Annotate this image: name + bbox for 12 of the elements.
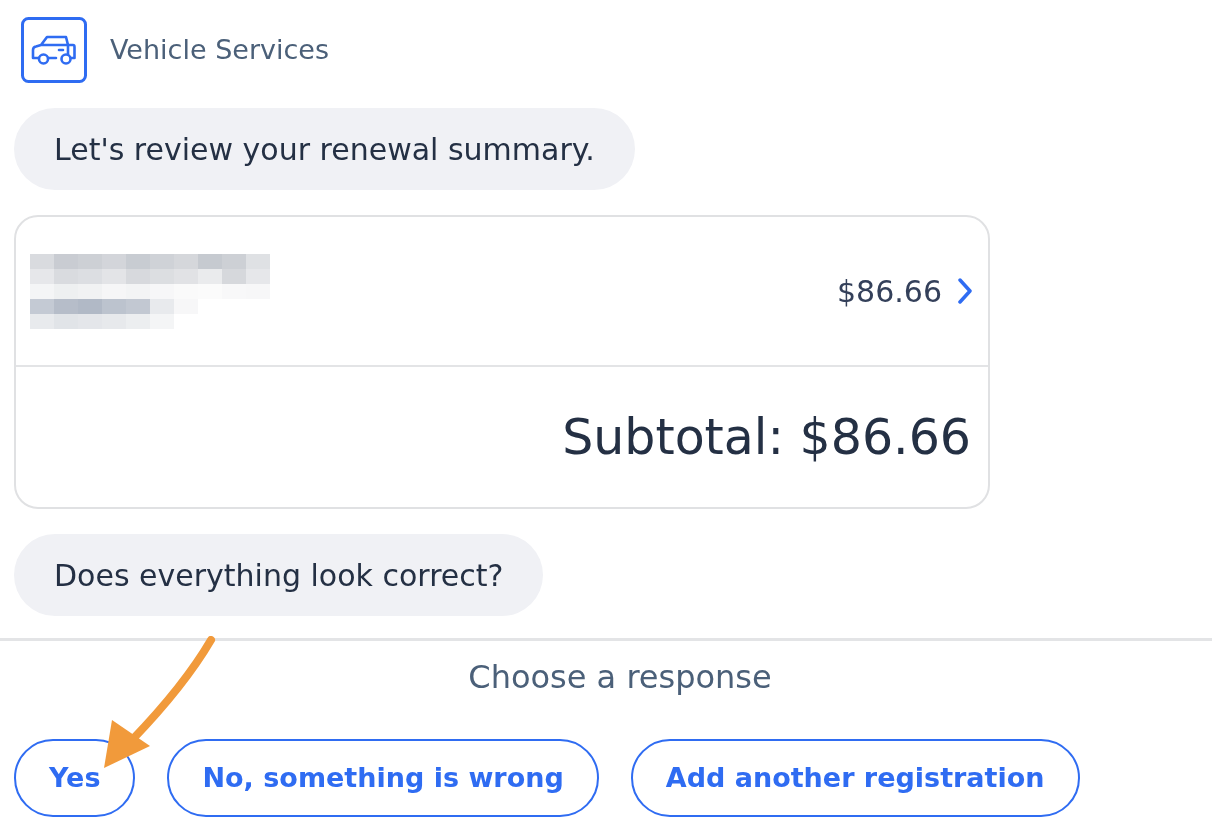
response-option-button[interactable]: Add another registration: [630, 739, 1080, 817]
response-option-button[interactable]: No, something is wrong: [167, 739, 599, 817]
subtotal-text: Subtotal: $86.66: [562, 412, 971, 462]
chat-bubble: Let's review your renewal summary.: [14, 108, 635, 190]
summary-item-row[interactable]: $86.66: [16, 217, 988, 367]
item-price: $86.66: [837, 272, 942, 311]
header-title: Vehicle Services: [110, 32, 329, 67]
chevron-right-icon: [958, 278, 972, 304]
response-prompt: Choose a response: [468, 657, 772, 698]
car-icon: [21, 17, 87, 83]
chat-bubble: Does everything look correct?: [14, 534, 544, 616]
response-option-button[interactable]: Yes: [14, 739, 136, 817]
